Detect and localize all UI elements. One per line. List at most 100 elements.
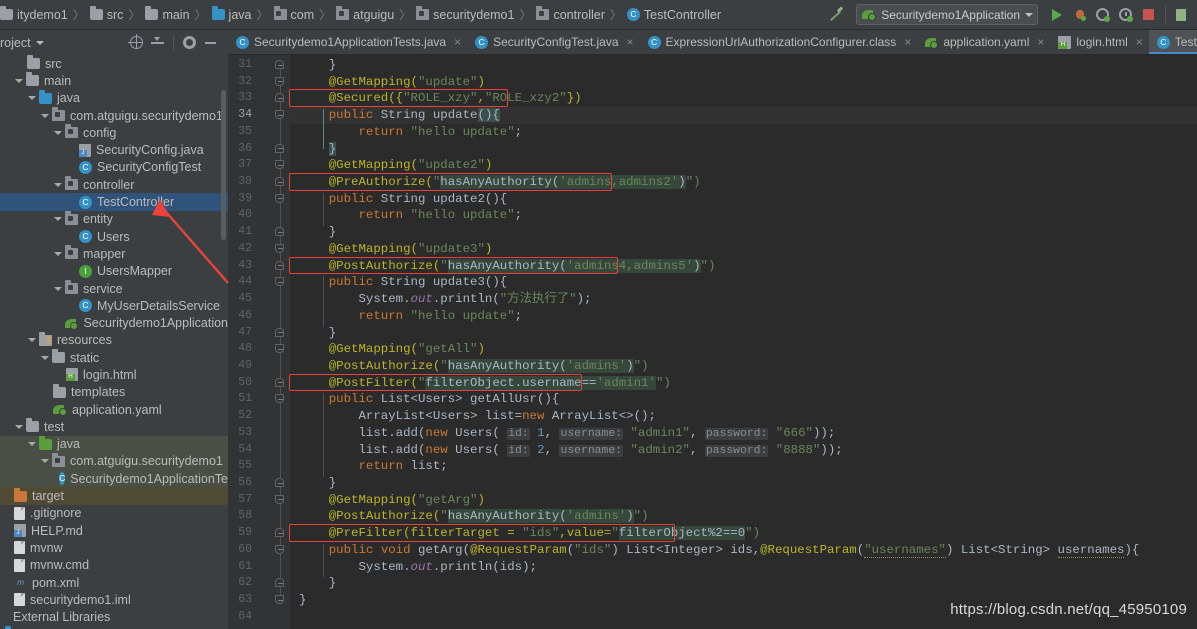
settings-gear-icon[interactable] xyxy=(183,36,196,49)
chevron-down-icon[interactable] xyxy=(54,217,62,222)
tree-item-service[interactable]: service xyxy=(0,280,228,297)
chevron-down-icon[interactable] xyxy=(54,251,62,256)
chevron-down-icon[interactable] xyxy=(54,130,62,135)
chevron-down-icon[interactable] xyxy=(15,424,23,429)
code-fold-marker[interactable] xyxy=(275,377,286,389)
layout-button[interactable] xyxy=(1172,4,1193,25)
code-fold-marker[interactable] xyxy=(275,143,286,155)
breadcrumb-item-controller[interactable]: controller xyxy=(536,6,605,22)
tree-item-gitignore[interactable]: .gitignore xyxy=(0,505,228,522)
chevron-down-icon[interactable] xyxy=(28,442,36,447)
code-fold-marker[interactable] xyxy=(275,478,286,489)
code-fold-marker[interactable] xyxy=(275,93,286,104)
code-fold-marker[interactable] xyxy=(275,60,286,71)
breadcrumb-item-java[interactable]: java xyxy=(211,6,251,22)
tree-item-securityconfigtest[interactable]: C SecurityConfigTest xyxy=(0,159,228,176)
profile-button[interactable] xyxy=(1115,4,1136,25)
chevron-down-icon[interactable] xyxy=(15,78,23,83)
tree-item-pom-xml[interactable]: m pom.xml xyxy=(0,574,228,591)
breadcrumb-item-atguigu[interactable]: atguigu xyxy=(336,6,394,22)
breadcrumb-item-itydemo1[interactable]: itydemo1 xyxy=(0,6,68,22)
tree-item-main[interactable]: main xyxy=(0,72,228,89)
code-fold-marker[interactable] xyxy=(275,260,286,272)
chevron-down-icon[interactable] xyxy=(54,286,62,291)
locate-icon[interactable] xyxy=(128,34,143,49)
code-fold-marker[interactable] xyxy=(275,528,286,539)
code-fold-marker[interactable] xyxy=(275,243,286,255)
tree-item-mvnw[interactable]: mvnw xyxy=(0,539,228,556)
tree-item-external-libraries[interactable]: External Libraries xyxy=(0,609,228,626)
chevron-down-icon[interactable] xyxy=(41,113,49,118)
code-fold-marker[interactable] xyxy=(275,595,286,606)
tree-item-templates[interactable]: templates xyxy=(0,383,228,401)
tree-item-myuserdetailsservice[interactable]: C MyUserDetailsService xyxy=(0,297,228,314)
editor-tab-securitydemo1applicationtests-java[interactable]: C Securitydemo1ApplicationTests.java × xyxy=(228,30,467,54)
tree-item-target[interactable]: target xyxy=(0,487,228,505)
code-fold-marker[interactable] xyxy=(275,177,286,188)
breadcrumb-item-com[interactable]: com xyxy=(273,6,314,22)
close-icon[interactable]: × xyxy=(1136,35,1143,49)
project-tree[interactable]: src main java com.atguigu.securitydemo1 conf… xyxy=(0,55,238,629)
tree-item-entity[interactable]: entity xyxy=(0,210,228,228)
tree-item-com-atguigu-securitydemo1[interactable]: com.atguigu.securitydemo1 xyxy=(0,107,228,124)
tree-item-com-atguigu-securitydemo1[interactable]: com.atguigu.securitydemo1 xyxy=(0,452,228,471)
code-editor[interactable]: 31 32 33 34 35 36 37 38 39 40 41 42 43 44 45 46 47 48 49 50… xyxy=(228,55,1197,629)
run-configuration-selector[interactable]: Securitydemo1Application xyxy=(856,4,1038,25)
chevron-down-icon[interactable] xyxy=(41,459,49,464)
editor-tab-securityconfigtest-java[interactable]: C SecurityConfigTest.java × xyxy=(467,30,639,54)
run-button[interactable] xyxy=(1046,4,1067,25)
tree-item-config[interactable]: config xyxy=(0,124,228,141)
breadcrumb-item-main[interactable]: main xyxy=(145,6,190,22)
tree-item-test[interactable]: test xyxy=(0,418,228,435)
code-fold-marker[interactable] xyxy=(275,494,286,506)
tree-item-java[interactable]: java xyxy=(0,435,228,453)
tree-item-help-md[interactable]: HELP.md xyxy=(0,522,228,539)
tree-item-testcontroller[interactable]: C TestController xyxy=(0,193,228,211)
code-fold-marker[interactable] xyxy=(275,578,286,589)
breadcrumb-item-securitydemo1[interactable]: securitydemo1 xyxy=(416,6,514,22)
breadcrumb-item-src[interactable]: src xyxy=(89,6,123,22)
code-fold-marker[interactable] xyxy=(275,227,286,238)
tree-item-controller[interactable]: controller xyxy=(0,176,228,193)
tree-item-application-yaml[interactable]: application.yaml xyxy=(0,401,228,418)
tree-item-static[interactable]: static xyxy=(0,349,228,366)
chevron-down-icon[interactable] xyxy=(28,96,36,101)
tree-item-users[interactable]: C Users xyxy=(0,228,228,245)
close-icon[interactable]: × xyxy=(627,35,634,49)
debug-button[interactable] xyxy=(1069,4,1090,25)
code-fold-marker[interactable] xyxy=(275,327,286,339)
editor-gutter[interactable]: 31 32 33 34 35 36 37 38 39 40 41 42 43 44 45 46 47 48 49 50… xyxy=(228,55,290,629)
code-content[interactable]: } @GetMapping("update") @Secured({"ROLE_… xyxy=(290,55,1197,629)
tree-item-securitydemo1-iml[interactable]: securitydemo1.iml xyxy=(0,591,228,608)
code-fold-marker[interactable] xyxy=(275,193,286,205)
stop-button[interactable] xyxy=(1138,4,1159,25)
editor-tab-testcontroller-java[interactable]: C TestController.java xyxy=(1148,30,1197,54)
tree-item-securityconfig-java[interactable]: SecurityConfig.java xyxy=(0,141,228,158)
chevron-down-icon[interactable] xyxy=(54,182,62,187)
project-panel-title[interactable]: roject xyxy=(0,36,44,50)
code-fold-marker[interactable] xyxy=(275,277,286,288)
breadcrumb[interactable]: itydemo1 〉 src 〉 main 〉 java 〉 com 〉 atguigu 〉 secur… xyxy=(0,0,721,30)
editor-tab-expressionurlauthorizationconfigurer-class[interactable]: C ExpressionUrlAuthorizationConfigurer.cl… xyxy=(640,30,918,54)
breadcrumb-item-testcontroller[interactable]: C TestController xyxy=(626,8,721,22)
close-icon[interactable]: × xyxy=(454,35,461,49)
tree-item-securitydemo1application[interactable]: Securitydemo1Application xyxy=(0,314,228,331)
minimize-icon[interactable] xyxy=(204,36,217,49)
tree-item-java[interactable]: java xyxy=(0,89,228,107)
project-scrollbar[interactable] xyxy=(221,90,226,240)
code-fold-marker[interactable] xyxy=(275,544,286,556)
editor-tab-application-yaml[interactable]: application.yaml × xyxy=(917,30,1050,54)
tree-item-login-html[interactable]: login.html xyxy=(0,366,228,383)
collapse-all-icon[interactable] xyxy=(151,36,164,49)
code-fold-marker[interactable] xyxy=(275,110,286,121)
close-icon[interactable]: × xyxy=(1037,35,1044,49)
code-fold-marker[interactable] xyxy=(275,76,286,88)
tree-item-mvnw-cmd[interactable]: mvnw.cmd xyxy=(0,557,228,574)
code-fold-marker[interactable] xyxy=(275,344,286,355)
editor-tab-bar[interactable]: C Securitydemo1ApplicationTests.java × C Sec… xyxy=(228,30,1197,55)
chevron-down-icon[interactable] xyxy=(28,338,36,343)
code-fold-marker[interactable] xyxy=(275,394,286,405)
editor-tab-login-html[interactable]: login.html × xyxy=(1050,30,1148,54)
tree-item-mapper[interactable]: mapper xyxy=(0,245,228,262)
tree-item-usersmapper[interactable]: I UsersMapper xyxy=(0,263,228,280)
